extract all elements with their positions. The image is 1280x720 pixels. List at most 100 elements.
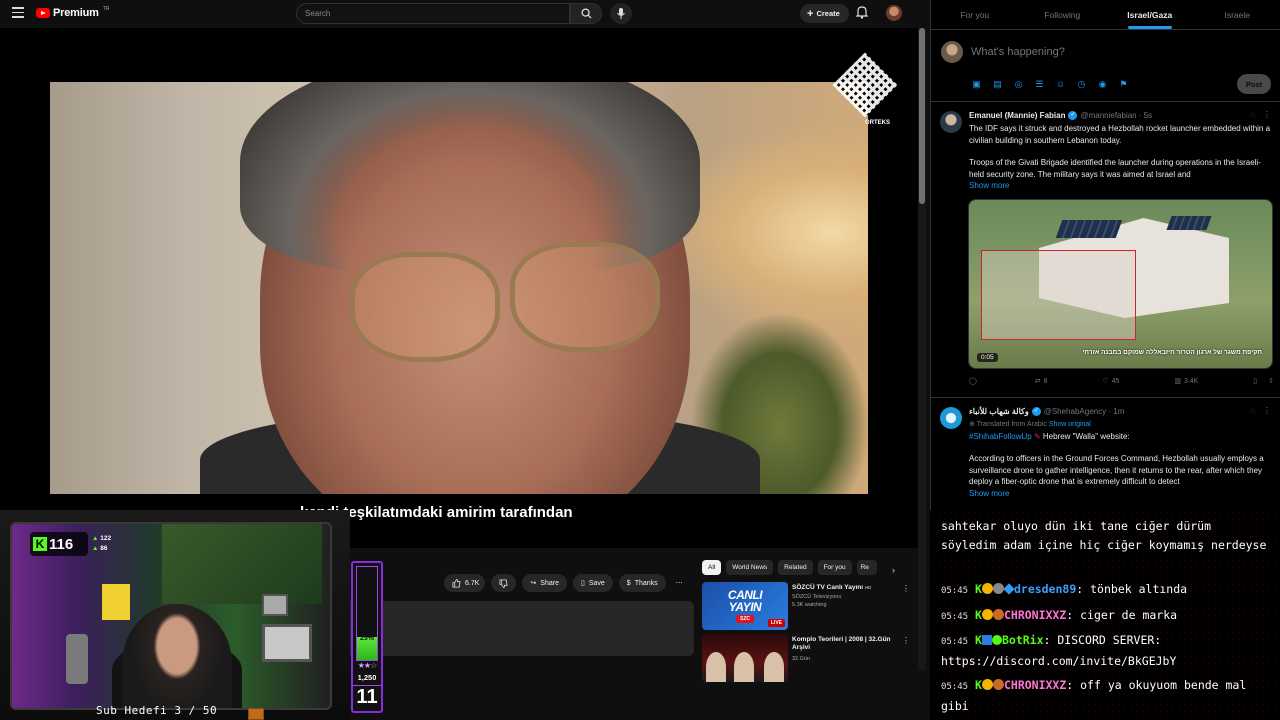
chevron-right-icon[interactable]: ›	[892, 565, 895, 575]
tab-israele[interactable]: Israele	[1194, 0, 1280, 29]
create-label: Create	[816, 9, 840, 18]
schedule-icon[interactable]: ◷	[1076, 79, 1087, 90]
reply-button[interactable]: ◯	[969, 377, 980, 385]
show-original-link[interactable]: Show original	[1049, 421, 1091, 428]
pin-icon: ✎	[1033, 431, 1041, 441]
video-highlight-box	[981, 250, 1136, 340]
chip-for-you[interactable]: For you	[817, 560, 852, 575]
bear-badge-icon	[992, 609, 1004, 620]
notifications-button[interactable]	[855, 6, 869, 24]
youtube-scrollbar[interactable]	[918, 28, 926, 670]
chat-username[interactable]: dresden89	[1014, 582, 1076, 596]
chat-message: 05:45 Kdresden89: tönbek altında	[941, 580, 1271, 601]
bear-badge-icon	[992, 679, 1004, 690]
create-button[interactable]: + Create	[800, 4, 849, 23]
goal-percent: 25%	[359, 635, 374, 642]
location-icon[interactable]: ◉	[1097, 79, 1108, 90]
show-more-link[interactable]: Show more	[969, 180, 1272, 192]
flag-icon[interactable]: ⚑	[1118, 79, 1129, 90]
tweet-handle[interactable]: @ShehabAgency · 1m	[1044, 407, 1125, 416]
account-avatar[interactable]	[886, 5, 902, 21]
save-button[interactable]: ▯ Save	[572, 574, 613, 592]
chat-text: : ciger de marka	[1066, 608, 1178, 622]
tweet-tools: ◌ ⋮	[1250, 406, 1271, 415]
voice-search-button[interactable]	[610, 3, 632, 24]
tweet-handle[interactable]: @manniefabian · 5s	[1080, 111, 1152, 120]
post-button[interactable]: Post	[1237, 74, 1271, 94]
grok-icon[interactable]: ◌	[1250, 110, 1255, 119]
video-player[interactable]: ORTEKS kendi teşkilatımdaki amirim taraf…	[0, 28, 918, 557]
chat-username[interactable]: CHRONIXXZ	[1004, 678, 1066, 692]
tweet-author-name[interactable]: وكالة شهاب للأنباء	[969, 407, 1029, 416]
repost-button[interactable]: ⇄ 8	[1035, 377, 1048, 386]
search-icon	[580, 8, 592, 19]
more-actions-button[interactable]: ⋯	[672, 574, 687, 592]
emoji-icon[interactable]: ☺	[1055, 79, 1066, 90]
chat-message: 05:45 K CHRONIXXZ: off ya okuyuom bende m…	[941, 676, 1271, 716]
heart-icon: ♡	[1102, 378, 1109, 385]
tweet-avatar[interactable]	[940, 407, 962, 429]
chat-message: 05:45 K CHRONIXXZ: ciger de marka	[941, 606, 1271, 627]
viewer-count-badge: K 116	[30, 532, 88, 556]
menu-icon[interactable]	[12, 7, 24, 19]
compose-input[interactable]: What's happening?	[971, 46, 1065, 58]
recommendation-title: Komplo Teorileri | 2008 | 32.Gün Arşivi	[792, 636, 891, 652]
tweet-actions: ◯ ⇄ 8 ♡ 45 ▥ 3.4K ▯ ⇧	[969, 377, 1274, 386]
tweet-author-name[interactable]: Emanuel (Mannie) Fabian	[969, 111, 1065, 120]
chat-username[interactable]: BotRix	[1002, 633, 1044, 647]
coin-badge-icon	[981, 583, 993, 594]
more-vertical-icon[interactable]: ⋮	[902, 584, 910, 593]
coin-badge-icon	[981, 679, 993, 690]
gif-icon[interactable]: ▤	[992, 79, 1003, 90]
show-more-link[interactable]: Show more	[969, 488, 1272, 500]
description-box[interactable]	[340, 601, 694, 656]
bell-icon	[855, 6, 869, 19]
tweet-avatar[interactable]	[940, 111, 962, 133]
thanks-button[interactable]: $ Thanks	[618, 574, 666, 592]
recommendation-item[interactable]: CANLI YAYIN SZC LIVE SÖZCÜ TV Canlı Yayı…	[702, 582, 912, 630]
tab-following[interactable]: Following	[1019, 0, 1107, 29]
recommendation-item[interactable]: Komplo Teorileri | 2008 | 32.Gün Arşivi …	[702, 634, 912, 682]
kick-badge-icon: K	[975, 678, 982, 692]
live-badge: LIVE	[767, 619, 785, 627]
hashtag-link[interactable]: #ShihabFollowUp	[969, 432, 1032, 441]
more-vertical-icon[interactable]: ⋮	[902, 636, 910, 645]
chip-recent[interactable]: Re	[856, 560, 877, 575]
tweet[interactable]: وكالة شهاب للأنباء ✓ @ShehabAgency · 1m …	[931, 398, 1280, 510]
dislike-button[interactable]	[491, 574, 517, 592]
search-button[interactable]	[570, 3, 602, 24]
grok-icon[interactable]: ◌	[1250, 406, 1255, 415]
more-icon[interactable]: ⋮	[1263, 110, 1271, 119]
image-icon[interactable]: ▣	[971, 79, 982, 90]
share-button[interactable]: ↪ Share	[522, 574, 567, 592]
chip-world-news[interactable]: World News	[726, 560, 774, 575]
like-button[interactable]: ♡ 45	[1102, 377, 1119, 386]
like-button[interactable]: 6.7K	[444, 574, 486, 592]
bookmark-button[interactable]: ▯ ⇧	[1253, 377, 1274, 385]
user-avatar[interactable]	[941, 41, 963, 63]
more-icon[interactable]: ⋮	[1263, 406, 1271, 415]
tab-for-you[interactable]: For you	[931, 0, 1019, 29]
thumbnail-text-2: YAYIN	[728, 600, 762, 614]
thumbs-down-icon	[499, 578, 508, 588]
timeline-tabs: For you Following Israel/Gaza Israele	[931, 0, 1280, 30]
bot-badge-icon	[981, 635, 992, 645]
views-button[interactable]: ▥ 3.4K	[1174, 377, 1198, 386]
chat-message: sahtekar oluyo dün iki tane ciğer dürüm …	[941, 517, 1271, 555]
chip-all[interactable]: All	[702, 560, 722, 575]
chat-username[interactable]: CHRONIXXZ	[1004, 608, 1066, 622]
stream-chat: sahtekar oluyo dün iki tane ciğer dürüm …	[930, 510, 1280, 720]
poll-icon[interactable]: ☰	[1034, 79, 1045, 90]
goal-meter-bar	[356, 566, 378, 661]
search-input[interactable]: Search	[296, 3, 570, 24]
related-chips: All World News Related For you Re	[702, 560, 877, 575]
tweet-video[interactable]: תקיפת משגר של ארגון הטרור חיזבאללה שמוקם…	[968, 199, 1273, 369]
chat-text: : tönbek altında	[1076, 582, 1188, 596]
chat-time: 05:45	[941, 612, 969, 622]
tab-israel-gaza[interactable]: Israel/Gaza	[1106, 0, 1194, 29]
youtube-logo[interactable]: Premium TR	[36, 6, 109, 19]
chip-related[interactable]: Related	[778, 560, 813, 575]
kick-badge-icon: K	[975, 633, 982, 647]
grok-icon[interactable]: ◎	[1013, 79, 1024, 90]
sub-goal-label: Sub Hedefi 3 / 50	[96, 704, 218, 717]
